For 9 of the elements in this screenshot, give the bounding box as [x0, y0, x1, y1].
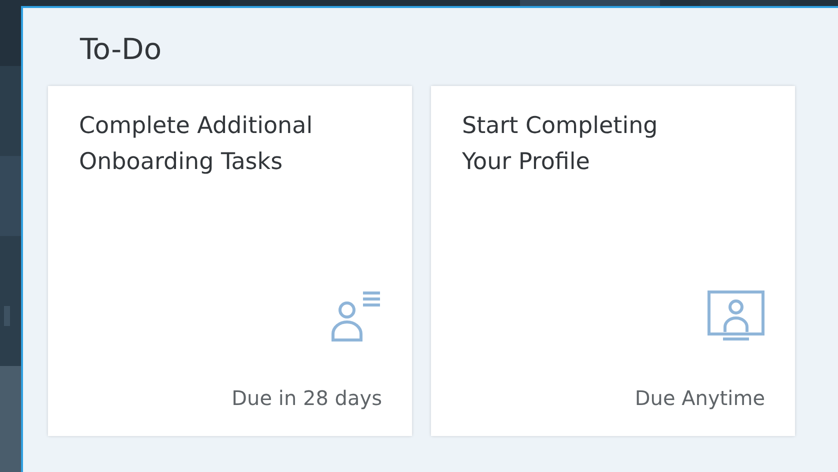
task-card[interactable]: Complete Additional Onboarding Tasks Due in 28 days [48, 86, 412, 436]
due-date: Due in 28 days [232, 386, 382, 410]
person-list-icon [330, 290, 382, 342]
section-title: To-Do [80, 31, 163, 68]
card-title: Complete Additional Onboarding Tasks [79, 112, 314, 177]
person-screen-icon [707, 290, 765, 342]
card-title: Start Completing Your Profile [462, 112, 659, 177]
due-date: Due Anytime [634, 386, 765, 410]
task-card[interactable]: Start Completing Your Profile Due Anytime [431, 86, 795, 436]
